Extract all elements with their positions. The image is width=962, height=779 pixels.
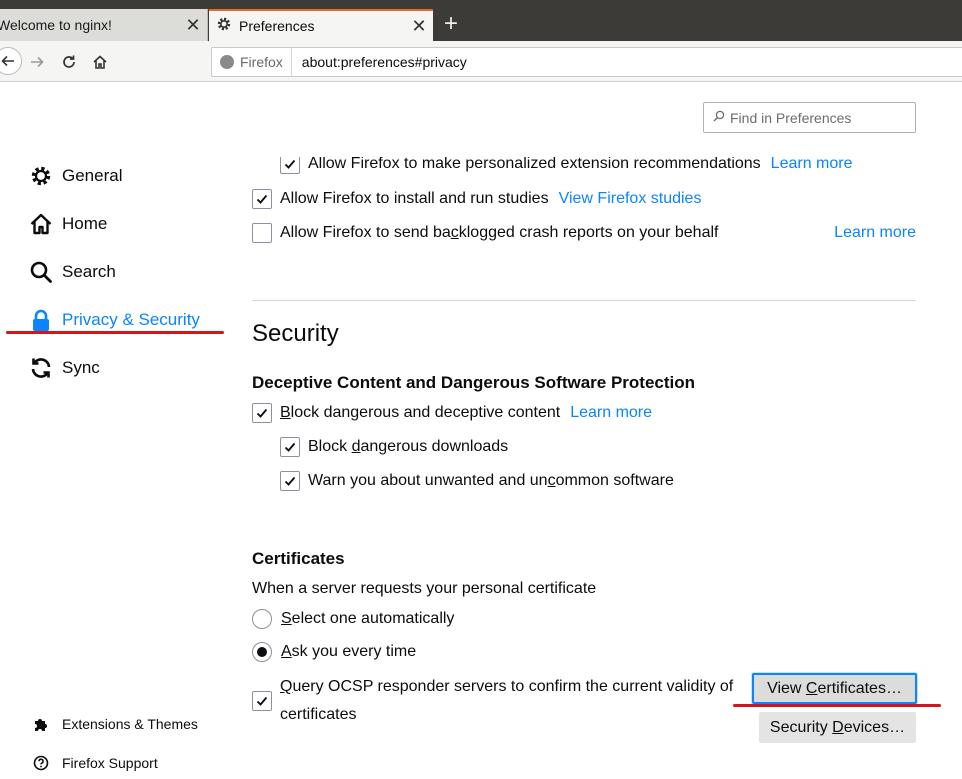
checkbox-label: Allow Firefox to make personalized exten…: [308, 155, 761, 172]
sidebar-extensions-themes[interactable]: Extensions & Themes: [32, 715, 198, 733]
tab-title: Preferences: [239, 18, 315, 34]
button-label: View Certificates…: [767, 679, 902, 697]
checkbox-label: Block dangerous and deceptive content: [280, 404, 561, 421]
radio-row-select-auto: Select one automatically: [252, 609, 454, 629]
home-icon: [93, 55, 107, 69]
checkbox-row-crash-reports: Allow Firefox to send backlogged crash r…: [252, 223, 916, 243]
identity-box[interactable]: Firefox: [212, 48, 292, 76]
security-heading: Security: [252, 320, 339, 347]
sidebar-item-general[interactable]: General: [28, 162, 122, 190]
checkbox-label: Query OCSP responder servers to confirm …: [280, 678, 734, 695]
checkbox-row-studies: Allow Firefox to install and run studies…: [252, 189, 701, 209]
checkbox[interactable]: [252, 189, 272, 209]
help-icon: [32, 754, 50, 772]
checkbox[interactable]: [252, 223, 272, 243]
arrow-left-icon: [1, 55, 14, 67]
sidebar-item-label: Search: [62, 262, 116, 281]
certificates-description: When a server requests your personal cer…: [252, 580, 597, 597]
tab-preferences[interactable]: Preferences ✕: [209, 9, 433, 41]
home-icon: [28, 211, 54, 237]
checkbox-label: Allow Firefox to install and run studies: [280, 190, 549, 207]
learn-more-link[interactable]: Learn more: [834, 224, 916, 242]
url-bar[interactable]: Firefox about:preferences#privacy: [211, 47, 962, 77]
deceptive-heading: Deceptive Content and Dangerous Software…: [252, 373, 696, 392]
security-devices-button[interactable]: Security Devices…: [759, 712, 916, 743]
learn-more-link[interactable]: Learn more: [570, 404, 652, 422]
sidebar-foot-label: Extensions & Themes: [62, 716, 198, 732]
checkbox[interactable]: [280, 154, 300, 174]
checkbox-row-warn-unwanted: Warn you about unwanted and uncommon sof…: [280, 471, 674, 491]
sidebar-item-sync[interactable]: Sync: [28, 354, 100, 382]
sidebar-item-label: General: [62, 166, 123, 185]
view-certificates-button[interactable]: View Certificates…: [752, 673, 917, 704]
titlebar: [0, 0, 962, 9]
radio-label: Select one automatically: [281, 610, 455, 627]
url-text[interactable]: about:preferences#privacy: [292, 54, 467, 70]
sidebar-item-search[interactable]: Search: [28, 258, 116, 286]
tab-title: Welcome to nginx!: [0, 17, 112, 33]
forward-button[interactable]: [24, 49, 50, 75]
sidebar-item-label: Home: [62, 214, 108, 233]
section-divider: [252, 300, 916, 301]
checkbox-label: Block dangerous downloads: [308, 438, 509, 455]
certificates-heading: Certificates: [252, 549, 345, 568]
checkbox-row-block-downloads: Block dangerous downloads: [280, 437, 508, 457]
scroll-mask: [252, 150, 916, 157]
sidebar-foot-label: Firefox Support: [62, 755, 158, 771]
button-label: Security Devices…: [769, 718, 906, 736]
home-button[interactable]: [87, 49, 113, 75]
close-icon[interactable]: ✕: [405, 16, 433, 37]
search-placeholder: Find in Preferences: [730, 109, 852, 126]
nav-bar: Firefox about:preferences#privacy: [0, 41, 962, 82]
checkbox[interactable]: [280, 471, 300, 491]
back-button[interactable]: [0, 47, 22, 75]
gear-icon: [28, 163, 54, 189]
search-icon: [28, 259, 54, 285]
tab-strip: Welcome to nginx! ✕ Preferences ✕ +: [0, 0, 962, 41]
lock-icon: [28, 307, 54, 333]
checkbox-label: Allow Firefox to send backlogged crash r…: [280, 224, 719, 241]
checkbox[interactable]: [252, 691, 272, 711]
tab-nginx[interactable]: Welcome to nginx! ✕: [0, 9, 208, 41]
checkbox[interactable]: [252, 403, 272, 423]
search-input[interactable]: Find in Preferences: [703, 102, 916, 133]
sidebar-item-privacy[interactable]: Privacy & Security: [28, 306, 200, 334]
search-icon: [708, 110, 730, 125]
annotation-underline: [6, 331, 224, 334]
radio-dot: [257, 647, 267, 657]
annotation-underline: [733, 704, 941, 707]
sidebar-firefox-support[interactable]: Firefox Support: [32, 754, 158, 772]
identity-label: Firefox: [240, 54, 283, 70]
new-tab-button[interactable]: +: [438, 9, 464, 41]
arrow-right-icon: [31, 56, 44, 68]
gear-icon: [209, 16, 239, 37]
sidebar-item-home[interactable]: Home: [28, 210, 107, 238]
checkbox[interactable]: [280, 437, 300, 457]
view-studies-link[interactable]: View Firefox studies: [559, 190, 702, 208]
radio-button[interactable]: [252, 642, 272, 662]
radio-button[interactable]: [252, 609, 272, 629]
puzzle-icon: [32, 715, 50, 733]
checkbox-label-continued: certificates: [280, 706, 357, 723]
sync-icon: [28, 355, 54, 381]
radio-row-ask-every-time: Ask you every time: [252, 642, 416, 662]
checkbox-label: Warn you about unwanted and uncommon sof…: [308, 472, 674, 489]
learn-more-link[interactable]: Learn more: [771, 155, 853, 173]
checkbox-row-block-deceptive: Block dangerous and deceptive content Le…: [252, 403, 652, 423]
close-icon[interactable]: ✕: [179, 15, 207, 36]
reload-icon: [63, 55, 75, 68]
firefox-icon: [220, 55, 234, 69]
reload-button[interactable]: [56, 49, 82, 75]
sidebar-item-label: Sync: [62, 358, 100, 377]
checkbox-row-recommendations: Allow Firefox to make personalized exten…: [280, 154, 853, 174]
sidebar-item-label: Privacy & Security: [62, 310, 200, 329]
radio-label: Ask you every time: [281, 643, 417, 660]
